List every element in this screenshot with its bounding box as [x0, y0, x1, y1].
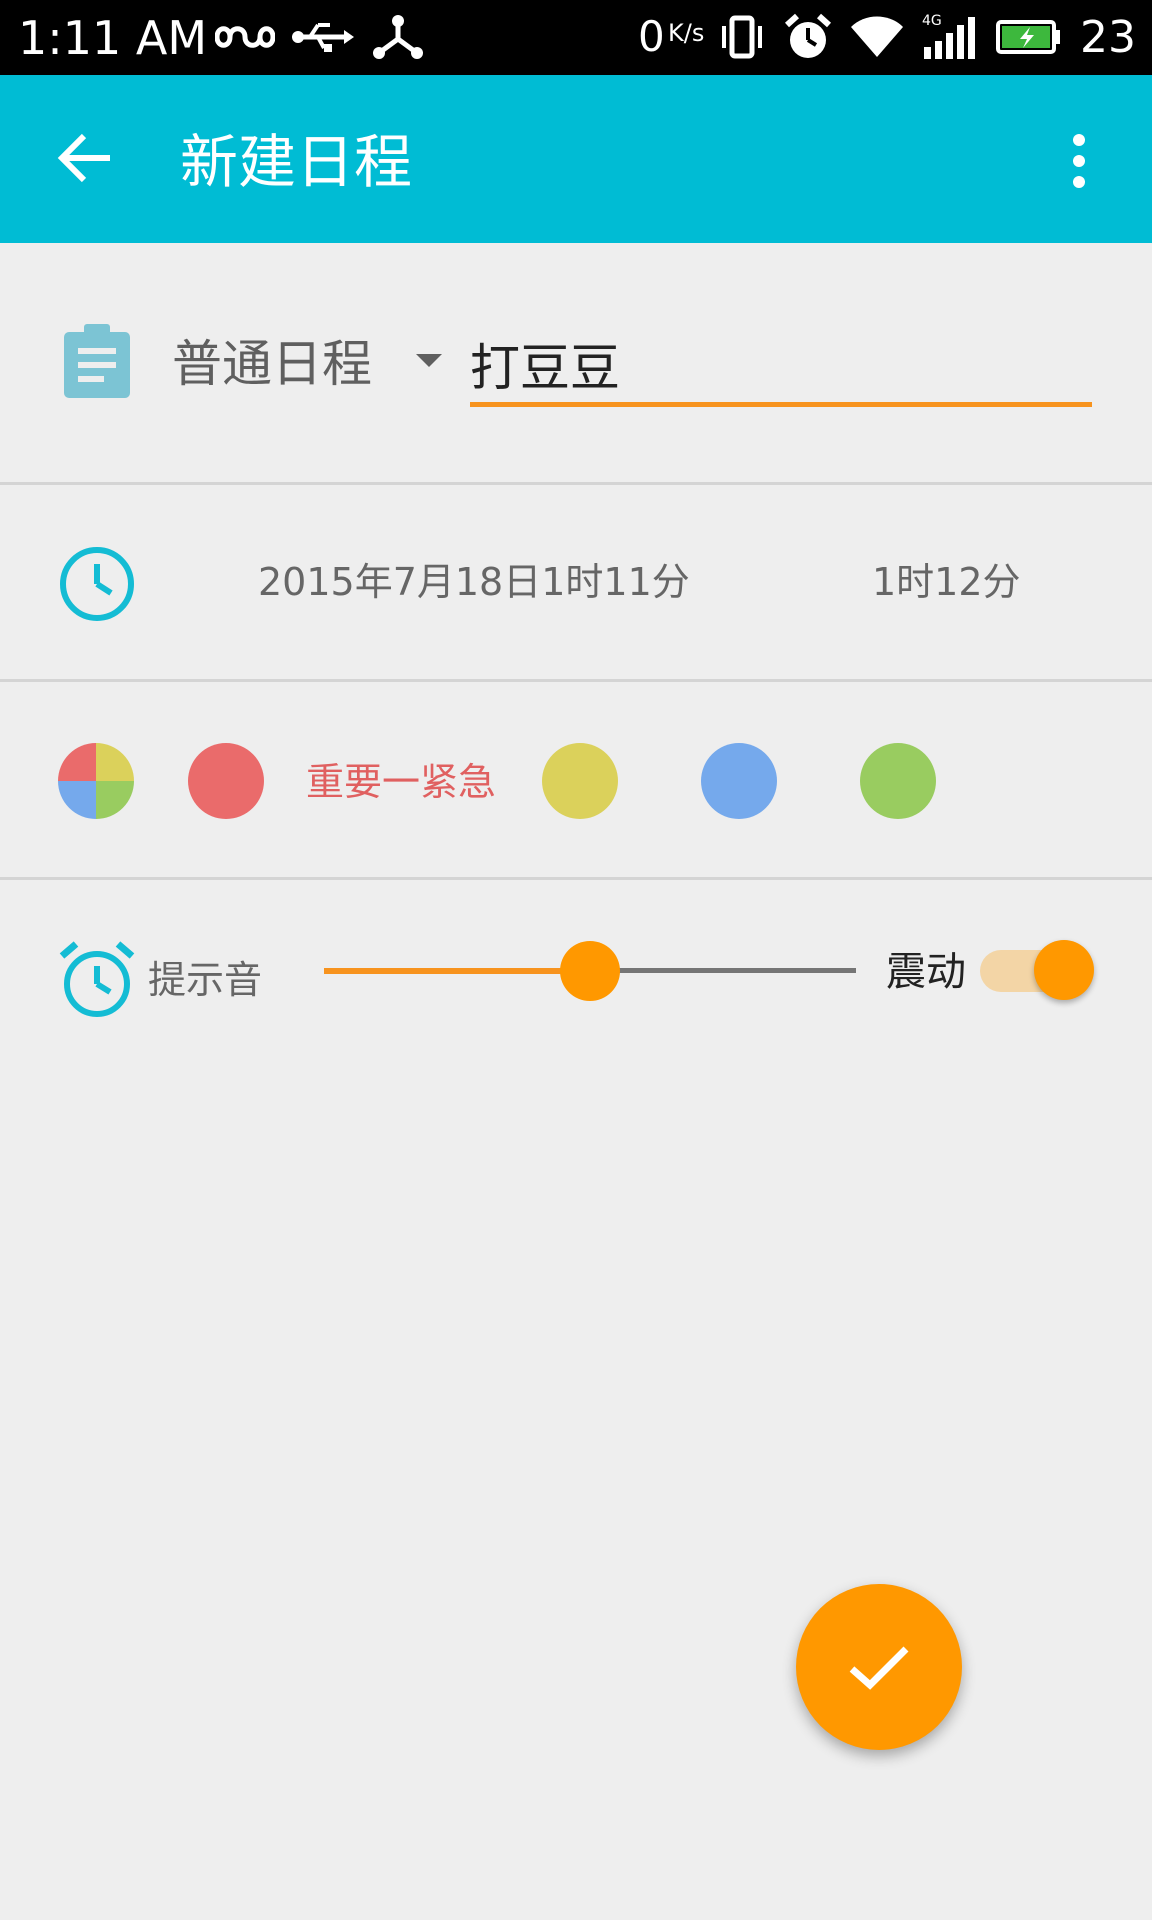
- event-title-input[interactable]: [470, 328, 1092, 400]
- sound-label: 提示音: [148, 958, 263, 1002]
- start-time[interactable]: 2015年7月18日1时11分: [258, 556, 690, 608]
- infinity-icon: [214, 12, 276, 62]
- signal-4g-icon: 4G: [918, 12, 976, 62]
- more-vert-icon[interactable]: [1062, 131, 1096, 191]
- priority-red-dot[interactable]: [188, 743, 264, 819]
- divider: [0, 679, 1152, 682]
- share-icon: [370, 12, 426, 62]
- net-speed-value: 0: [638, 12, 665, 61]
- dropdown-arrow-icon[interactable]: [416, 352, 442, 368]
- alarm-clock-icon: [56, 938, 138, 1020]
- event-title-field[interactable]: [470, 328, 1092, 410]
- volume-slider-thumb[interactable]: [560, 941, 620, 1001]
- all-colors-icon[interactable]: [58, 743, 134, 819]
- status-time: 1:11 AM: [18, 11, 208, 65]
- priority-yellow-dot[interactable]: [542, 743, 618, 819]
- wifi-icon: [850, 12, 904, 62]
- arrow-back-icon[interactable]: [52, 123, 122, 193]
- vibrate-icon: [716, 12, 768, 62]
- svg-text:4G: 4G: [922, 13, 942, 29]
- battery-level: 23: [1080, 12, 1136, 63]
- save-fab-button[interactable]: [796, 1584, 962, 1750]
- priority-blue-dot[interactable]: [701, 743, 777, 819]
- priority-green-dot[interactable]: [860, 743, 936, 819]
- page-title: 新建日程: [180, 128, 413, 196]
- net-speed-unit: K/s: [668, 19, 705, 47]
- vibrate-switch-thumb[interactable]: [1034, 940, 1094, 1000]
- end-time[interactable]: 1时12分: [872, 556, 1021, 608]
- divider: [0, 877, 1152, 880]
- vibrate-label: 震动: [886, 949, 966, 995]
- volume-slider-fill: [324, 968, 588, 974]
- priority-label: 重要一紧急: [306, 760, 497, 804]
- title-underline: [470, 402, 1092, 407]
- alarm-icon: [782, 12, 834, 62]
- volume-slider-track[interactable]: [588, 968, 856, 973]
- battery-charging-icon: [996, 12, 1062, 62]
- usb-icon: [290, 12, 354, 62]
- status-bar: 1:11 AM 0 K/s 4G 23: [0, 0, 1152, 75]
- check-icon: [849, 1646, 909, 1690]
- event-type-select[interactable]: 普通日程: [172, 332, 372, 396]
- clipboard-icon: [62, 322, 132, 400]
- divider: [0, 482, 1152, 485]
- app-bar: 新建日程: [0, 75, 1152, 243]
- clock-icon: [58, 545, 136, 623]
